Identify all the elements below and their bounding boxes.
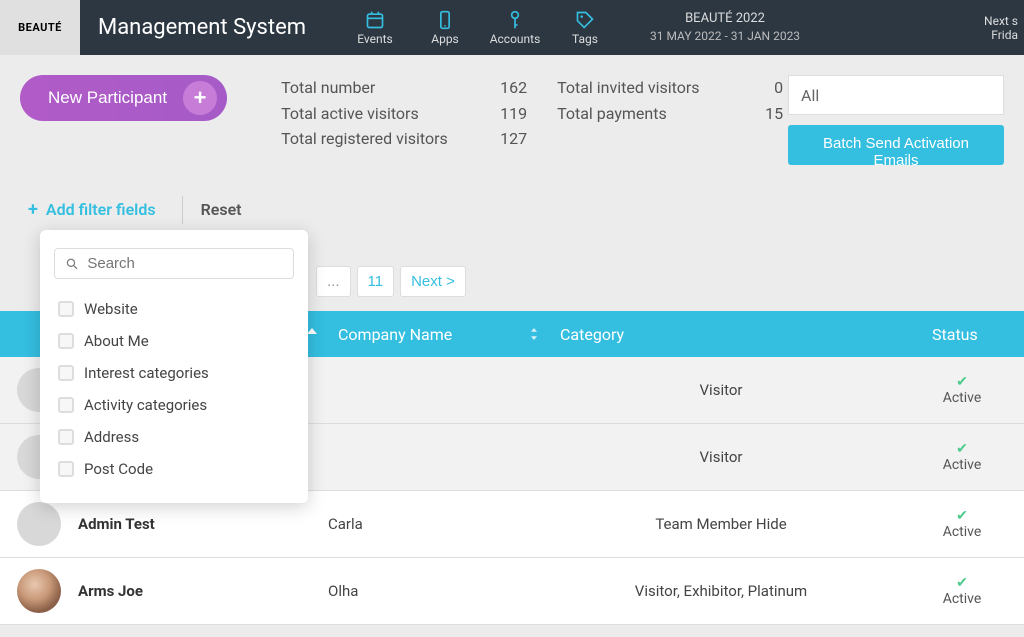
search-input[interactable] — [87, 255, 283, 272]
checkbox[interactable] — [58, 301, 74, 317]
option-label: Activity categories — [84, 396, 207, 414]
search-icon — [65, 256, 79, 272]
filter-select[interactable]: All — [788, 75, 1004, 115]
avatar — [17, 502, 61, 546]
cell-company: Olha — [328, 582, 550, 600]
phone-icon — [435, 10, 455, 30]
filter-option[interactable]: Activity categories — [54, 389, 288, 421]
add-filter-button[interactable]: + Add filter fields — [20, 195, 164, 224]
th-company[interactable]: Company Name — [328, 325, 550, 344]
add-filter-label: Add filter fields — [46, 200, 156, 219]
filter-options-list: Website About Me Interest categories Act… — [54, 293, 294, 485]
filter-option[interactable]: About Me — [54, 325, 288, 357]
stat-value: 119 — [481, 101, 527, 127]
divider — [182, 196, 183, 224]
check-icon: ✔ — [956, 575, 968, 591]
nav-label: Tags — [572, 32, 598, 46]
sort-icon — [528, 328, 540, 340]
nav-label: Accounts — [490, 32, 541, 46]
cell-status: ✔Active — [922, 374, 1002, 406]
checkbox[interactable] — [58, 461, 74, 477]
nav-label: Events — [357, 32, 393, 46]
new-participant-button[interactable]: New Participant + — [20, 75, 227, 121]
nav-events[interactable]: Events — [340, 10, 410, 46]
check-icon: ✔ — [956, 441, 968, 457]
option-label: About Me — [84, 332, 149, 350]
option-label: Website — [84, 300, 138, 318]
table-row[interactable]: Arms Joe Olha Visitor, Exhibitor, Platin… — [0, 558, 1024, 625]
filter-option[interactable]: Website — [54, 293, 288, 325]
nav-label: Apps — [431, 32, 459, 46]
plus-icon: + — [28, 199, 38, 220]
check-icon: ✔ — [956, 374, 968, 390]
button-label: New Participant — [48, 88, 167, 108]
cell-status: ✔Active — [922, 508, 1002, 540]
option-label: Address — [84, 428, 139, 446]
stat-value: 15 — [737, 101, 783, 127]
filter-fields-panel: Website About Me Interest categories Act… — [40, 230, 308, 503]
page-next[interactable]: Next > — [400, 266, 466, 297]
filter-option[interactable]: Address — [54, 421, 288, 453]
event-name: BEAUTÉ 2022 — [650, 10, 800, 28]
checkbox[interactable] — [58, 365, 74, 381]
check-icon: ✔ — [956, 508, 968, 524]
app-title: Management System — [80, 15, 340, 40]
filter-option[interactable]: Interest categories — [54, 357, 288, 389]
cell-category: Team Member Hide — [550, 515, 922, 533]
top-navbar: BEAUTÉ Management System Events Apps Acc… — [0, 0, 1024, 55]
stat-label: Total number — [281, 75, 481, 101]
page-number[interactable]: 11 — [357, 266, 395, 297]
event-info: BEAUTÉ 2022 31 MAY 2022 - 31 JAN 2023 — [620, 10, 800, 45]
checkbox[interactable] — [58, 429, 74, 445]
cell-category: Visitor — [550, 381, 922, 399]
th-label: Company Name — [338, 325, 452, 344]
stat-label: Total active visitors — [281, 101, 481, 127]
cell-category: Visitor — [550, 448, 922, 466]
stat-value: 162 — [481, 75, 527, 101]
brand-logo: BEAUTÉ — [0, 0, 80, 55]
pagination: ... 11 Next > — [316, 266, 1004, 297]
plus-icon: + — [183, 81, 217, 115]
th-label: Category — [560, 325, 624, 344]
reset-button[interactable]: Reset — [201, 200, 242, 219]
th-category[interactable]: Category — [550, 325, 922, 344]
filter-option[interactable]: Post Code — [54, 453, 288, 485]
nav-apps[interactable]: Apps — [410, 10, 480, 46]
option-label: Post Code — [84, 460, 153, 478]
th-label: Status — [932, 325, 978, 344]
nav-accounts[interactable]: Accounts — [480, 10, 550, 46]
cell-category: Visitor, Exhibitor, Platinum — [550, 582, 922, 600]
stat-value: 0 — [737, 75, 783, 101]
cell-name: Admin Test — [78, 515, 328, 533]
nav-tags[interactable]: Tags — [550, 10, 620, 46]
th-status[interactable]: Status — [922, 325, 1002, 344]
cell-name: Arms Joe — [78, 582, 328, 600]
cell-company: Carla — [328, 515, 550, 533]
stat-label: Total registered visitors — [281, 126, 481, 152]
option-label: Interest categories — [84, 364, 209, 382]
search-box[interactable] — [54, 248, 294, 279]
stat-label: Total payments — [557, 101, 737, 127]
stats-block: Total number Total active visitors Total… — [281, 75, 783, 152]
page-ellipsis[interactable]: ... — [316, 266, 351, 297]
stat-value: 127 — [481, 126, 527, 152]
session-info-partial: Next s Frida — [984, 14, 1024, 42]
calendar-icon — [365, 10, 385, 30]
stat-label: Total invited visitors — [557, 75, 737, 101]
key-icon — [505, 10, 525, 30]
batch-send-button[interactable]: Batch Send Activation Emails — [788, 125, 1004, 165]
cell-status: ✔Active — [922, 575, 1002, 607]
tag-icon — [575, 10, 595, 30]
cell-status: ✔Active — [922, 441, 1002, 473]
avatar — [17, 569, 61, 613]
checkbox[interactable] — [58, 333, 74, 349]
event-dates: 31 MAY 2022 - 31 JAN 2023 — [650, 28, 800, 45]
checkbox[interactable] — [58, 397, 74, 413]
